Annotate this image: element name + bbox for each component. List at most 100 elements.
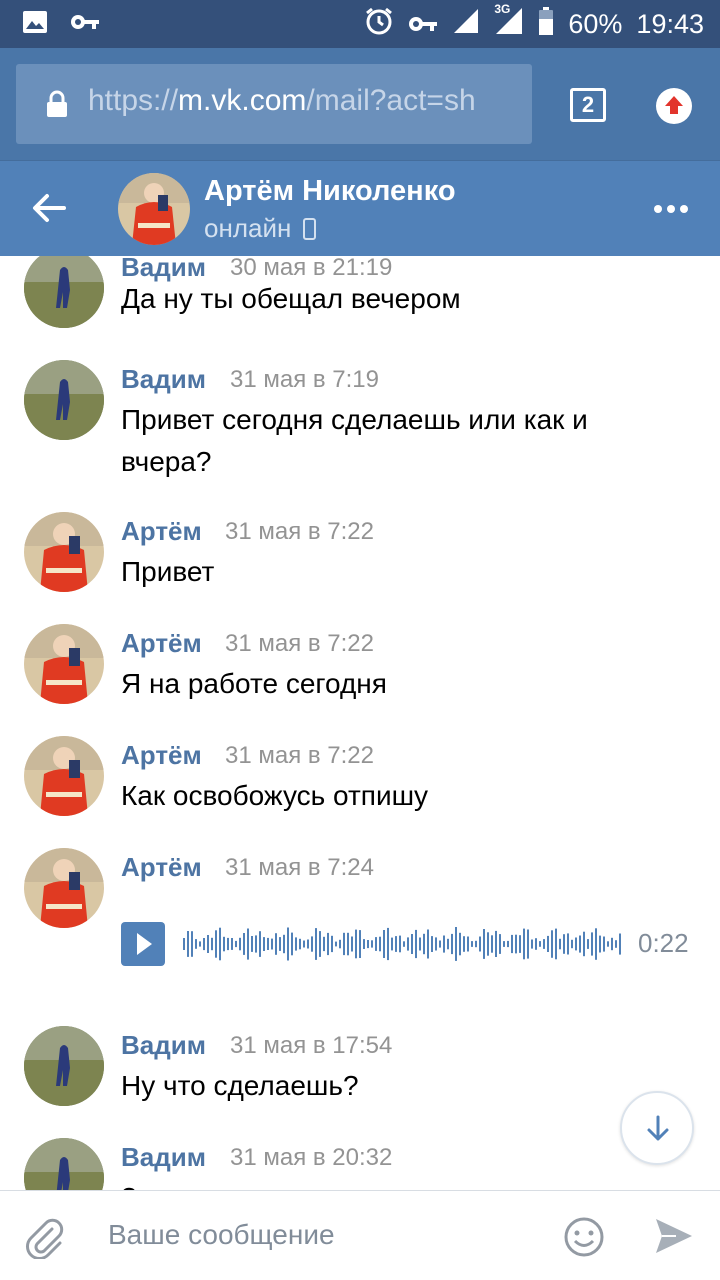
waveform-bar bbox=[331, 935, 333, 953]
waveform-bar bbox=[507, 940, 509, 948]
waveform-bar bbox=[403, 941, 405, 947]
waveform-bar bbox=[291, 932, 293, 956]
waveform-bar bbox=[463, 936, 465, 952]
waveform-bar bbox=[615, 940, 617, 948]
waveform-bar bbox=[195, 939, 197, 949]
avatar[interactable] bbox=[24, 1026, 104, 1106]
message-author[interactable]: Артём bbox=[121, 740, 202, 771]
waveform-bar bbox=[267, 937, 269, 950]
waveform-bar bbox=[243, 933, 245, 955]
paperclip-icon[interactable] bbox=[22, 1215, 66, 1264]
waveform-bar bbox=[415, 929, 417, 959]
waveform-bar bbox=[611, 937, 613, 951]
waveform-bar bbox=[355, 929, 357, 959]
online-status: онлайн bbox=[204, 213, 317, 244]
waveform-bar bbox=[491, 935, 493, 953]
message-author[interactable]: Артём bbox=[121, 628, 202, 659]
status-bar: 3G 60% 19:43 bbox=[0, 0, 720, 48]
avatar[interactable] bbox=[24, 256, 104, 328]
message-text: Да ну ты обещал вечером bbox=[121, 283, 461, 314]
waveform-bar bbox=[559, 938, 561, 950]
waveform-bar bbox=[419, 937, 421, 951]
waveform-bar bbox=[247, 928, 249, 960]
waveform-bar bbox=[231, 938, 233, 950]
voice-waveform[interactable] bbox=[183, 922, 623, 966]
waveform-bar bbox=[543, 939, 545, 949]
waveform-bar bbox=[595, 928, 597, 960]
waveform-bar bbox=[203, 938, 205, 951]
battery-percent: 60% bbox=[568, 9, 623, 39]
message-author[interactable]: Артём bbox=[121, 516, 202, 547]
waveform-bar bbox=[487, 932, 489, 956]
message-author[interactable]: Вадим bbox=[121, 364, 206, 395]
waveform-bar bbox=[527, 929, 529, 959]
waveform-bar bbox=[371, 940, 373, 948]
waveform-bar bbox=[511, 934, 513, 954]
address-bar[interactable]: https://m.vk.com/mail?act=sh bbox=[16, 64, 532, 144]
waveform-bar bbox=[219, 927, 221, 961]
message-text: Привет bbox=[121, 556, 215, 587]
waveform-bar bbox=[191, 931, 193, 957]
avatar[interactable] bbox=[24, 1138, 104, 1190]
scroll-to-bottom-button[interactable] bbox=[620, 1091, 694, 1165]
waveform-bar bbox=[475, 940, 477, 948]
waveform-bar bbox=[387, 927, 389, 961]
message-time: 31 мая в 7:22 bbox=[225, 518, 375, 545]
avatar[interactable] bbox=[24, 624, 104, 704]
smiley-icon[interactable] bbox=[562, 1215, 606, 1264]
message-author[interactable]: Вадим bbox=[121, 1142, 206, 1173]
url-path: /mail?act=sh bbox=[306, 84, 476, 117]
avatar[interactable] bbox=[24, 736, 104, 816]
message-list[interactable]: Вадим 30 мая в 21:19 Да ну ты обещал веч… bbox=[0, 256, 720, 1190]
waveform-bar bbox=[451, 933, 453, 955]
message-text: ? bbox=[121, 1177, 681, 1190]
battery-icon bbox=[538, 7, 554, 42]
avatar[interactable] bbox=[118, 173, 190, 245]
waveform-bar bbox=[259, 931, 261, 957]
waveform-bar bbox=[551, 930, 553, 958]
play-icon[interactable] bbox=[121, 922, 165, 966]
waveform-bar bbox=[479, 936, 481, 952]
waveform-bar bbox=[211, 937, 213, 951]
waveform-bar bbox=[311, 936, 313, 952]
waveform-bar bbox=[571, 939, 573, 949]
avatar[interactable] bbox=[24, 848, 104, 928]
upload-icon[interactable] bbox=[656, 88, 692, 124]
waveform-bar bbox=[295, 937, 297, 951]
chat-header: Артём Николенко онлайн bbox=[0, 160, 720, 256]
more-dots-icon[interactable] bbox=[654, 205, 688, 213]
waveform-bar bbox=[447, 938, 449, 950]
waveform-bar bbox=[435, 937, 437, 951]
waveform-bar bbox=[351, 936, 353, 952]
waveform-bar bbox=[375, 937, 377, 951]
browser-bar: https://m.vk.com/mail?act=sh 2 bbox=[0, 48, 720, 160]
waveform-bar bbox=[199, 941, 201, 947]
waveform-bar bbox=[499, 934, 501, 954]
waveform-bar bbox=[495, 930, 497, 957]
waveform-bar bbox=[239, 937, 241, 951]
avatar[interactable] bbox=[24, 360, 104, 440]
back-arrow-icon[interactable] bbox=[30, 189, 68, 232]
waveform-bar bbox=[215, 930, 217, 958]
message-input[interactable] bbox=[92, 1207, 532, 1263]
waveform-bar bbox=[523, 928, 525, 960]
phone-icon bbox=[303, 217, 317, 240]
waveform-bar bbox=[235, 940, 237, 948]
message-time: 31 мая в 20:32 bbox=[230, 1144, 393, 1171]
avatar[interactable] bbox=[24, 512, 104, 592]
waveform-bar bbox=[411, 934, 413, 954]
network-type-label: 3G bbox=[494, 2, 511, 16]
alarm-icon bbox=[364, 6, 394, 43]
waveform-bar bbox=[223, 936, 225, 952]
message-author[interactable]: Вадим bbox=[121, 1030, 206, 1061]
status-text: онлайн bbox=[204, 213, 292, 243]
tabs-button[interactable]: 2 bbox=[570, 88, 606, 122]
message-author[interactable]: Артём bbox=[121, 852, 202, 883]
waveform-bar bbox=[275, 933, 277, 955]
waveform-bar bbox=[455, 927, 457, 961]
url-scheme: https:// bbox=[88, 84, 179, 117]
message-time: 31 мая в 7:22 bbox=[225, 630, 375, 657]
waveform-bar bbox=[207, 935, 209, 953]
waveform-bar bbox=[519, 935, 521, 953]
send-icon[interactable] bbox=[654, 1217, 694, 1260]
